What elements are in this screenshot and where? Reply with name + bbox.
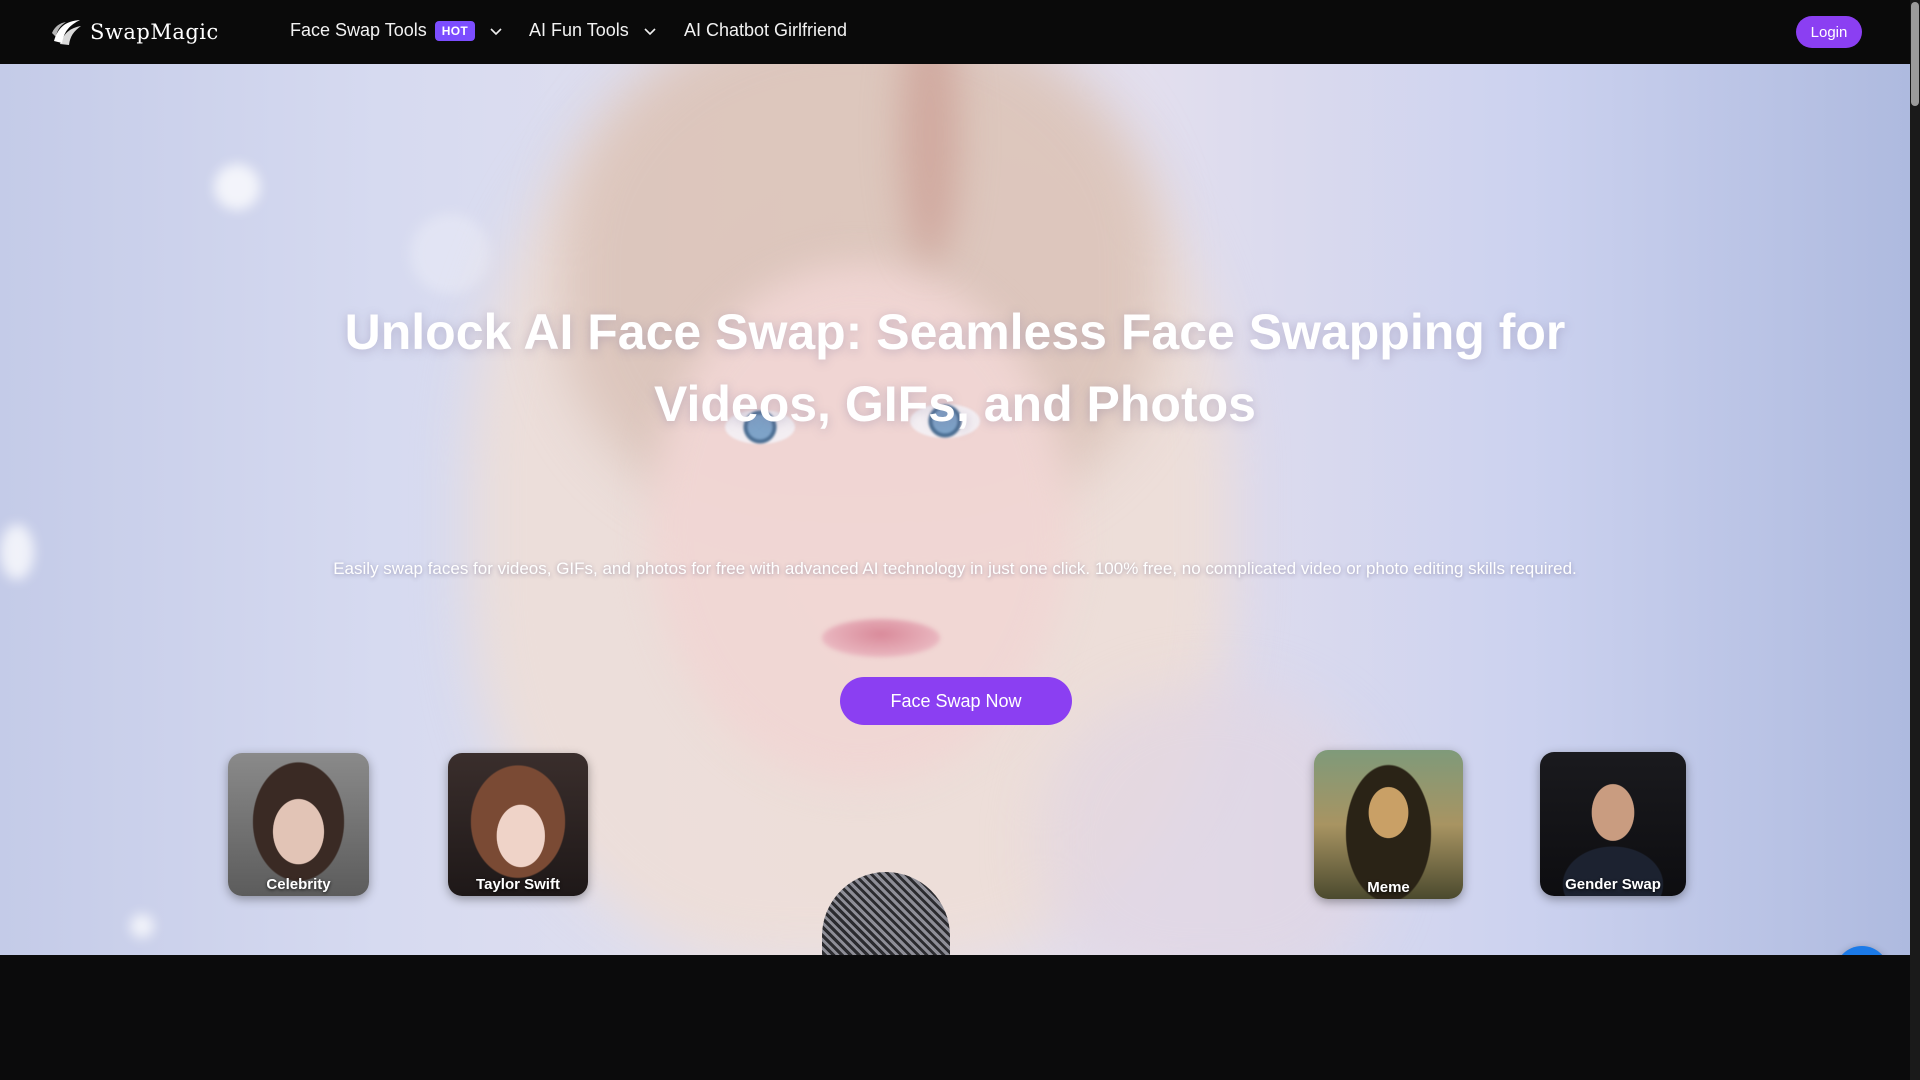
swapmagic-logo-icon <box>52 20 81 45</box>
nav-face-swap-tools[interactable]: Face Swap Tools HOT <box>290 20 503 41</box>
category-card-meme[interactable]: Meme <box>1314 750 1463 899</box>
face-swap-now-button[interactable]: Face Swap Now <box>840 677 1072 725</box>
category-label: Celebrity <box>266 876 331 893</box>
scrollbar-thumb[interactable] <box>1911 2 1919 106</box>
category-label: Taylor Swift <box>476 876 560 893</box>
chevron-down-icon <box>644 27 656 35</box>
category-card-gender-swap[interactable]: Gender Swap <box>1540 752 1686 896</box>
logo-link[interactable]: SwapMagic <box>50 16 219 48</box>
category-label: Meme <box>1367 879 1410 896</box>
chat-widget-button[interactable] <box>1835 946 1889 955</box>
category-label: Gender Swap <box>1565 876 1661 893</box>
nav-ai-fun-tools[interactable]: AI Fun Tools <box>529 20 657 41</box>
scrollbar-track[interactable] <box>1910 0 1920 1080</box>
hot-badge: HOT <box>434 20 475 41</box>
top-navbar: SwapMagic Face Swap Tools HOT AI Fun Too… <box>0 0 1910 64</box>
hero-title: Unlock AI Face Swap: Seamless Face Swapp… <box>344 304 1566 432</box>
taylor-swift-thumbnail <box>448 753 588 896</box>
nav-face-swap-tools-label: Face Swap Tools <box>290 20 427 40</box>
chevron-down-icon <box>490 27 502 35</box>
celebrity-thumbnail <box>228 753 369 896</box>
nav-ai-chatbot-girlfriend-label: AI Chatbot Girlfriend <box>684 20 848 40</box>
gender-swap-thumbnail <box>1540 752 1686 896</box>
page-below-fold <box>0 955 1910 1080</box>
logo-text: SwapMagic <box>90 20 219 44</box>
category-card-taylor-swift[interactable]: Taylor Swift <box>448 753 588 896</box>
nav-ai-chatbot-girlfriend[interactable]: AI Chatbot Girlfriend <box>684 20 847 41</box>
meme-thumbnail <box>1314 750 1463 899</box>
nav-ai-fun-tools-label: AI Fun Tools <box>529 20 629 40</box>
login-button[interactable]: Login <box>1796 16 1862 48</box>
hero-subtitle: Easily swap faces for videos, GIFs, and … <box>333 559 1577 578</box>
category-card-celebrity[interactable]: Celebrity <box>228 753 369 896</box>
hero-section: Unlock AI Face Swap: Seamless Face Swapp… <box>0 64 1910 955</box>
